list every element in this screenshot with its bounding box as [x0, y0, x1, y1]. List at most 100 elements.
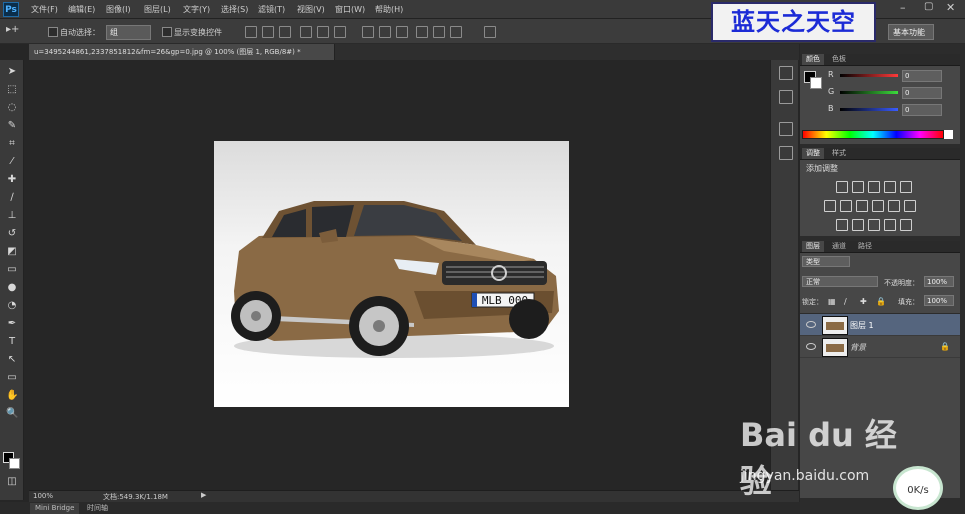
tab-styles[interactable]: 样式	[828, 148, 850, 159]
distribute-left-icon[interactable]	[416, 26, 428, 38]
blue-slider[interactable]	[840, 108, 898, 111]
levels-icon[interactable]	[852, 181, 864, 193]
menu-edit[interactable]: 编辑(E)	[68, 4, 95, 15]
menu-file[interactable]: 文件(F)	[31, 4, 58, 15]
lock-all-icon[interactable]: 🔒	[876, 297, 886, 306]
menu-filter[interactable]: 滤镜(T)	[258, 4, 285, 15]
lock-pixels-icon[interactable]: ∕	[844, 297, 847, 306]
properties-panel-icon[interactable]	[779, 146, 793, 160]
layer-kind-filter[interactable]: 类型	[802, 256, 850, 267]
move-tool-icon[interactable]: ➤	[6, 66, 18, 78]
align-left-icon[interactable]	[300, 26, 312, 38]
zoom-level[interactable]: 100%	[33, 492, 53, 500]
hue-saturation-icon[interactable]	[824, 200, 836, 212]
posterize-icon[interactable]	[852, 219, 864, 231]
document-tab[interactable]: u=3495244861,2337851812&fm=26&gp=0.jpg @…	[29, 44, 335, 60]
lasso-tool-icon[interactable]: ◌	[6, 102, 18, 114]
crop-tool-icon[interactable]: ⌗	[6, 138, 18, 150]
red-value[interactable]: 0	[902, 70, 942, 82]
status-arrow-icon[interactable]: ▶	[201, 491, 206, 499]
color-balance-icon[interactable]	[840, 200, 852, 212]
tab-layers[interactable]: 图层	[802, 241, 824, 252]
blur-tool-icon[interactable]: ●	[6, 282, 18, 294]
selective-color-icon[interactable]	[900, 219, 912, 231]
dodge-tool-icon[interactable]: ◔	[6, 300, 18, 312]
healing-brush-icon[interactable]: ✚	[6, 174, 18, 186]
history-brush-icon[interactable]: ↺	[6, 228, 18, 240]
menu-window[interactable]: 窗口(W)	[335, 4, 365, 15]
eye-icon[interactable]	[806, 321, 816, 328]
history-panel-icon[interactable]	[779, 66, 793, 80]
invert-icon[interactable]	[836, 219, 848, 231]
auto-select-checkbox[interactable]	[48, 27, 58, 37]
tab-timeline[interactable]: 时间轴	[82, 503, 113, 514]
exposure-icon[interactable]	[884, 181, 896, 193]
maximize-icon[interactable]: ▢	[924, 1, 933, 12]
quick-select-icon[interactable]: ✎	[6, 120, 18, 132]
distribute-bottom-icon[interactable]	[396, 26, 408, 38]
brush-tool-icon[interactable]: ∕	[6, 192, 18, 204]
workspace-dropdown[interactable]: 基本功能	[888, 24, 934, 40]
type-tool-icon[interactable]: T	[6, 336, 18, 348]
path-select-icon[interactable]: ↖	[6, 354, 18, 366]
zoom-tool-icon[interactable]: 🔍	[6, 408, 18, 420]
vibrance-icon[interactable]	[900, 181, 912, 193]
distribute-top-icon[interactable]	[362, 26, 374, 38]
clone-stamp-icon[interactable]: ⊥	[6, 210, 18, 222]
gradient-tool-icon[interactable]: ▭	[6, 264, 18, 276]
align-bottom-icon[interactable]	[279, 26, 291, 38]
blue-value[interactable]: 0	[902, 104, 942, 116]
minimize-icon[interactable]: –	[900, 1, 906, 14]
gradient-map-icon[interactable]	[884, 219, 896, 231]
distribute-hcenter-icon[interactable]	[433, 26, 445, 38]
align-right-icon[interactable]	[334, 26, 346, 38]
tab-color[interactable]: 颜色	[802, 54, 824, 65]
blend-mode-dropdown[interactable]: 正常	[802, 276, 878, 287]
tab-channels[interactable]: 通道	[828, 241, 850, 252]
tab-adjustments[interactable]: 调整	[802, 148, 824, 159]
close-icon[interactable]: ✕	[946, 1, 955, 14]
align-top-icon[interactable]	[245, 26, 257, 38]
fill-input[interactable]: 100%	[924, 295, 954, 306]
align-vcenter-icon[interactable]	[262, 26, 274, 38]
photo-filter-icon[interactable]	[872, 200, 884, 212]
white-swatch[interactable]	[944, 130, 953, 139]
car-photo[interactable]: MLB 000	[214, 141, 569, 407]
menu-image[interactable]: 图像(I)	[106, 4, 131, 15]
move-tool-icon[interactable]: ▸+	[6, 24, 19, 35]
auto-select-dropdown[interactable]: 组	[106, 25, 151, 40]
tab-swatches[interactable]: 色板	[828, 54, 850, 65]
green-slider[interactable]	[840, 91, 898, 94]
layer-name[interactable]: 背景	[850, 342, 866, 353]
color-bg-swatch[interactable]	[810, 77, 822, 89]
show-transform-checkbox[interactable]	[162, 27, 172, 37]
quick-mask-icon[interactable]: ◫	[6, 476, 18, 488]
shape-tool-icon[interactable]: ▭	[6, 372, 18, 384]
hand-tool-icon[interactable]: ✋	[6, 390, 18, 402]
black-white-icon[interactable]	[856, 200, 868, 212]
threshold-icon[interactable]	[868, 219, 880, 231]
eraser-icon[interactable]: ◩	[6, 246, 18, 258]
pen-tool-icon[interactable]: ✒	[6, 318, 18, 330]
tab-mini-bridge[interactable]: Mini Bridge	[30, 503, 80, 514]
menu-view[interactable]: 视图(V)	[297, 4, 325, 15]
brightness-icon[interactable]	[836, 181, 848, 193]
lock-transparency-icon[interactable]: ▦	[828, 297, 836, 306]
align-hcenter-icon[interactable]	[317, 26, 329, 38]
layer-row-background[interactable]: 背景 🔒	[800, 336, 960, 358]
background-color-swatch[interactable]	[9, 458, 20, 469]
red-slider[interactable]	[840, 74, 898, 77]
menu-type[interactable]: 文字(Y)	[183, 4, 210, 15]
tab-paths[interactable]: 路径	[854, 241, 876, 252]
info-panel-icon[interactable]	[779, 122, 793, 136]
distribute-right-icon[interactable]	[450, 26, 462, 38]
color-spectrum-bar[interactable]	[802, 130, 944, 139]
lock-position-icon[interactable]: ✚	[860, 297, 867, 306]
green-value[interactable]: 0	[902, 87, 942, 99]
actions-panel-icon[interactable]	[779, 90, 793, 104]
marquee-tool-icon[interactable]: ⬚	[6, 84, 18, 96]
distribute-vcenter-icon[interactable]	[379, 26, 391, 38]
menu-select[interactable]: 选择(S)	[221, 4, 248, 15]
opacity-input[interactable]: 100%	[924, 276, 954, 287]
layer-row-1[interactable]: 图层 1	[800, 314, 960, 336]
